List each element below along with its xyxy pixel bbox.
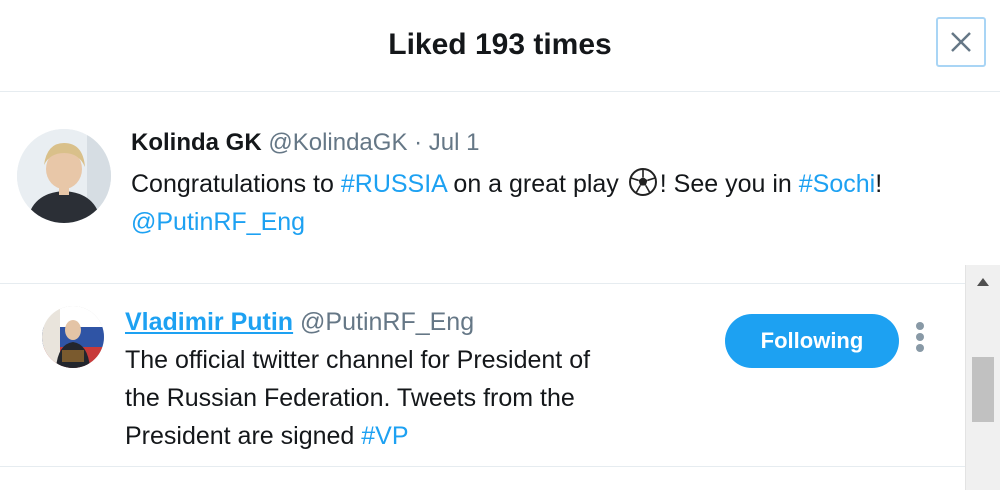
hashtag-russia[interactable]: #RUSSIA [341,170,447,198]
user-name[interactable]: Vladimir Putin [125,308,293,336]
tweet-separator: · [414,129,423,156]
divider [0,466,965,467]
mention-putinrf[interactable]: @PutinRF_Eng [131,208,305,236]
more-vertical-icon[interactable] [913,320,927,356]
avatar-kolinda[interactable] [17,129,111,223]
dialog-title: Liked 193 times [388,28,612,61]
tweet-text-part: ! See you in [659,170,799,198]
hashtag-sochi[interactable]: #Sochi [799,170,875,198]
soccer-ball-icon [628,168,657,196]
avatar-putin[interactable] [42,306,104,368]
user-header: Vladimir Putin @PutinRF_Eng [125,308,474,337]
user-bio-text: The official twitter channel for Preside… [125,346,591,450]
close-icon [951,32,971,52]
tweet-text-part: ! [875,170,883,198]
close-button[interactable] [936,17,986,67]
scroll-thumb[interactable] [972,357,994,422]
user-bio: The official twitter channel for Preside… [125,341,625,455]
tweet-text-part: on a great play [446,170,626,198]
tweet-text: Congratulations to #RUSSIA on a great pl… [131,165,961,241]
tweet-text-part: Congratulations to [131,170,341,198]
tweet-date[interactable]: Jul 1 [429,129,480,156]
scroll-up-button[interactable] [966,265,1000,299]
tweet-header: Kolinda GK @KolindaGK · Jul 1 [131,129,480,157]
user-handle[interactable]: @PutinRF_Eng [300,308,474,336]
following-button[interactable]: Following [725,314,899,368]
tweet-author-name[interactable]: Kolinda GK [131,129,262,156]
tweet-author-handle[interactable]: @KolindaGK [268,129,407,156]
scrollbar[interactable] [965,265,1000,490]
dialog-header: Liked 193 times [0,0,1000,92]
arrow-up-icon [977,278,989,286]
hashtag-vp[interactable]: #VP [361,422,408,450]
